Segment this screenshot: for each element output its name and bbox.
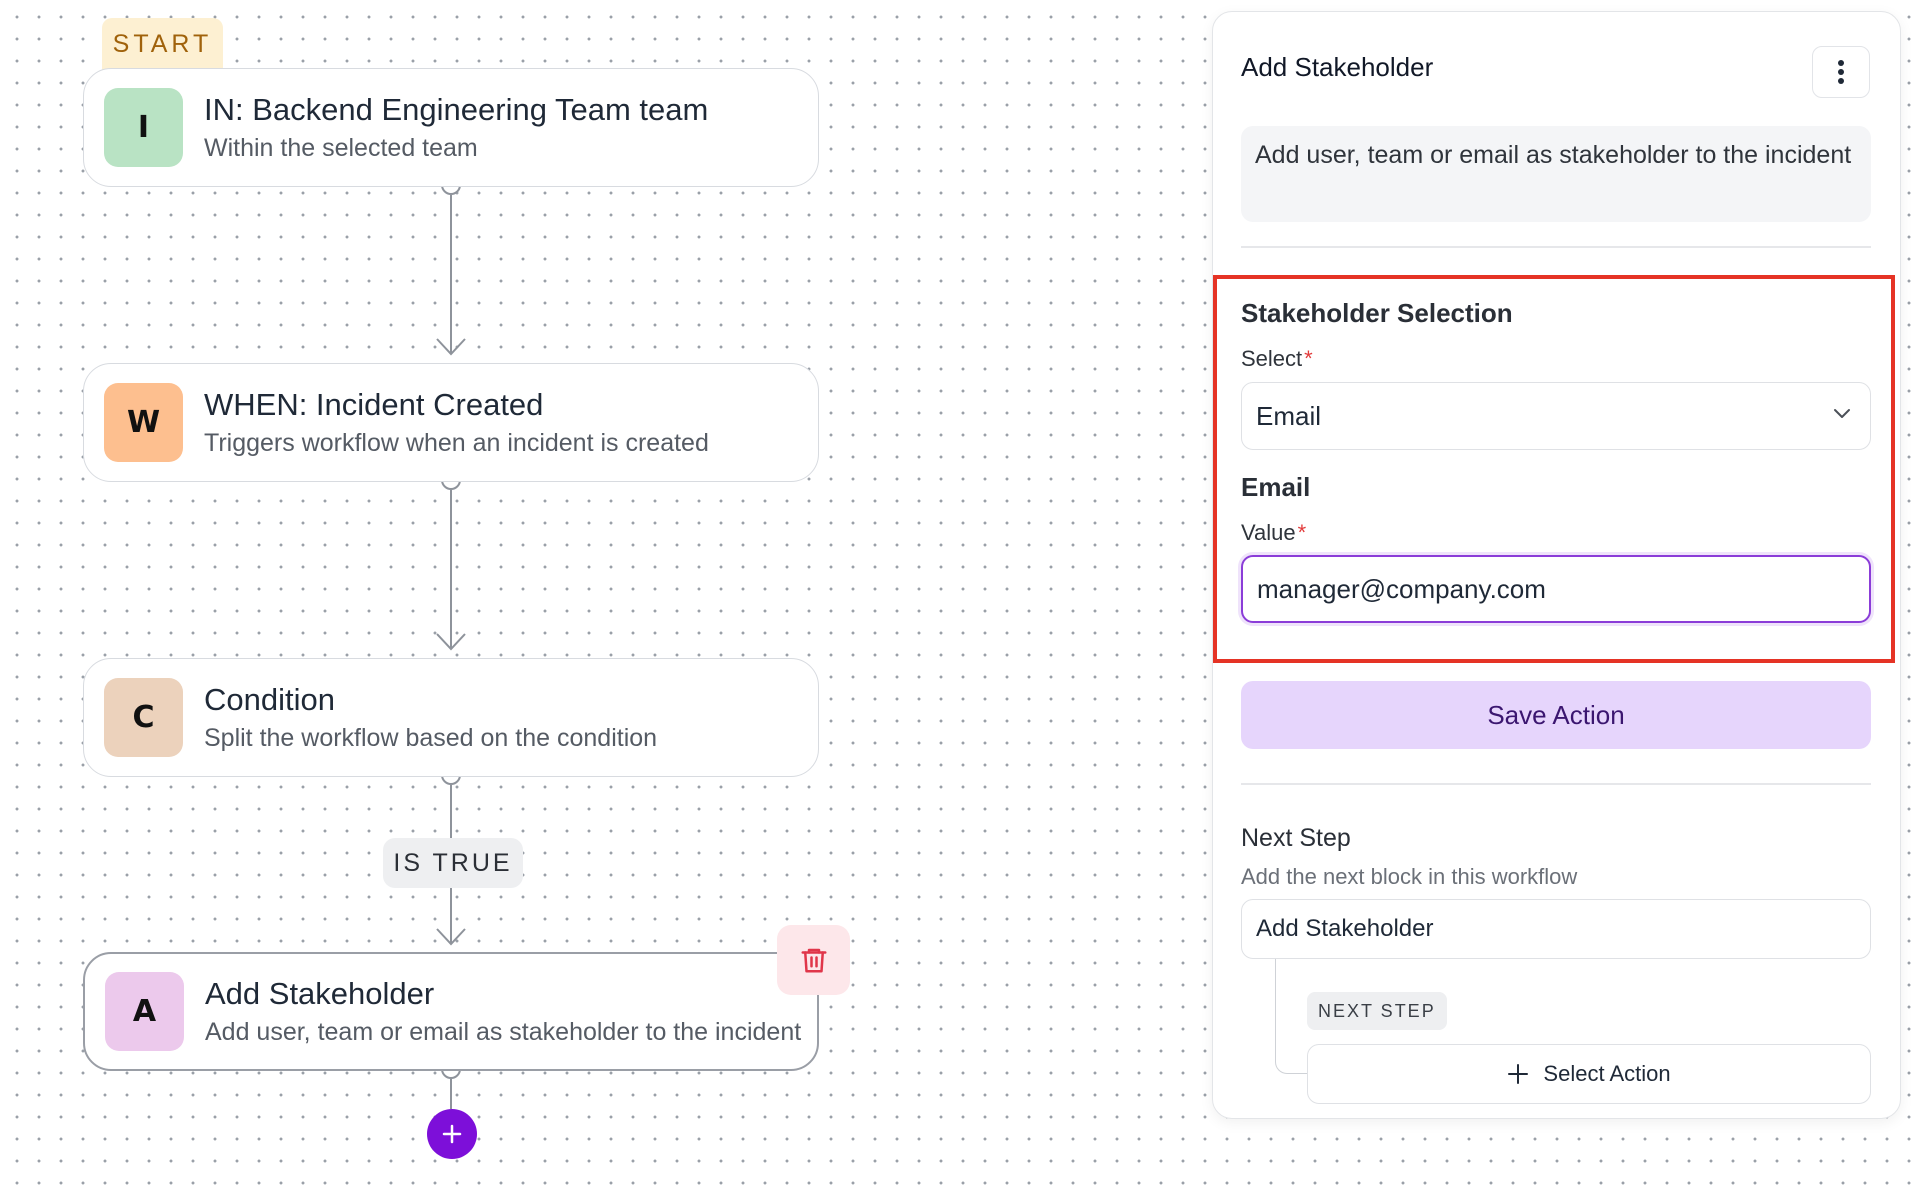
node-subtitle: Triggers workflow when an incident is cr… bbox=[204, 428, 709, 457]
node-title: Condition bbox=[204, 681, 335, 717]
select-label-text: Select bbox=[1241, 346, 1303, 371]
node-badge: W bbox=[104, 383, 183, 462]
kebab-menu-icon bbox=[1838, 60, 1844, 84]
node-badge: A bbox=[105, 972, 184, 1051]
value-field-label: Value* bbox=[1241, 520, 1306, 546]
workflow-canvas[interactable]: START I IN: Backend Engineering Team tea… bbox=[0, 0, 1180, 1190]
trash-icon bbox=[801, 948, 826, 973]
node-badge: C bbox=[104, 678, 183, 757]
plus-icon bbox=[442, 1124, 462, 1144]
workflow-node-condition[interactable]: C Condition Split the workflow based on … bbox=[83, 658, 819, 777]
add-node-button[interactable] bbox=[427, 1109, 477, 1159]
next-block-item[interactable]: Add Stakeholder bbox=[1241, 899, 1871, 959]
plus-icon bbox=[1508, 1064, 1529, 1084]
panel-title: Add Stakeholder bbox=[1241, 52, 1434, 82]
workflow-node-trigger[interactable]: W WHEN: Incident Created Triggers workfl… bbox=[83, 363, 819, 482]
required-mark: * bbox=[1304, 346, 1313, 371]
node-badge: I bbox=[104, 88, 183, 167]
divider bbox=[1241, 246, 1871, 248]
node-subtitle: Add user, team or email as stakeholder t… bbox=[205, 1017, 802, 1046]
more-options-button[interactable] bbox=[1812, 46, 1870, 98]
section-heading-email: Email bbox=[1241, 472, 1311, 502]
node-subtitle: Split the workflow based on the conditio… bbox=[204, 723, 658, 752]
stakeholder-type-select[interactable]: Email bbox=[1241, 382, 1871, 450]
action-config-panel: Add Stakeholder Add user, team or email … bbox=[1212, 11, 1901, 1119]
workflow-node-team[interactable]: I IN: Backend Engineering Team team With… bbox=[83, 68, 819, 187]
divider bbox=[1241, 783, 1871, 785]
panel-description: Add user, team or email as stakeholder t… bbox=[1241, 126, 1871, 222]
section-heading-stakeholder-selection: Stakeholder Selection bbox=[1241, 298, 1513, 328]
value-label-text: Value bbox=[1241, 520, 1296, 545]
select-action-label: Select Action bbox=[1543, 1061, 1671, 1086]
select-field-label: Select* bbox=[1241, 346, 1313, 372]
next-step-subtitle: Add the next block in this workflow bbox=[1241, 864, 1578, 889]
next-step-title: Next Step bbox=[1241, 824, 1351, 852]
chevron-down-icon bbox=[1834, 409, 1850, 418]
workflow-node-action[interactable]: A Add Stakeholder Add user, team or emai… bbox=[83, 952, 819, 1071]
node-title: WHEN: Incident Created bbox=[204, 386, 544, 422]
required-mark: * bbox=[1297, 520, 1307, 545]
branch-label: IS TRUE bbox=[383, 838, 523, 888]
node-title: IN: Backend Engineering Team team bbox=[204, 91, 709, 127]
start-tag: START bbox=[102, 18, 223, 70]
node-subtitle: Within the selected team bbox=[204, 133, 478, 162]
tree-connector bbox=[1275, 959, 1309, 1074]
email-value-input[interactable] bbox=[1241, 555, 1871, 623]
next-step-tag: NEXT STEP bbox=[1307, 992, 1447, 1030]
select-action-button[interactable]: Select Action bbox=[1307, 1044, 1871, 1104]
node-title: Add Stakeholder bbox=[205, 975, 435, 1011]
delete-node-button[interactable] bbox=[777, 925, 850, 995]
select-value: Email bbox=[1256, 400, 1322, 431]
save-action-button[interactable]: Save Action bbox=[1241, 681, 1871, 749]
